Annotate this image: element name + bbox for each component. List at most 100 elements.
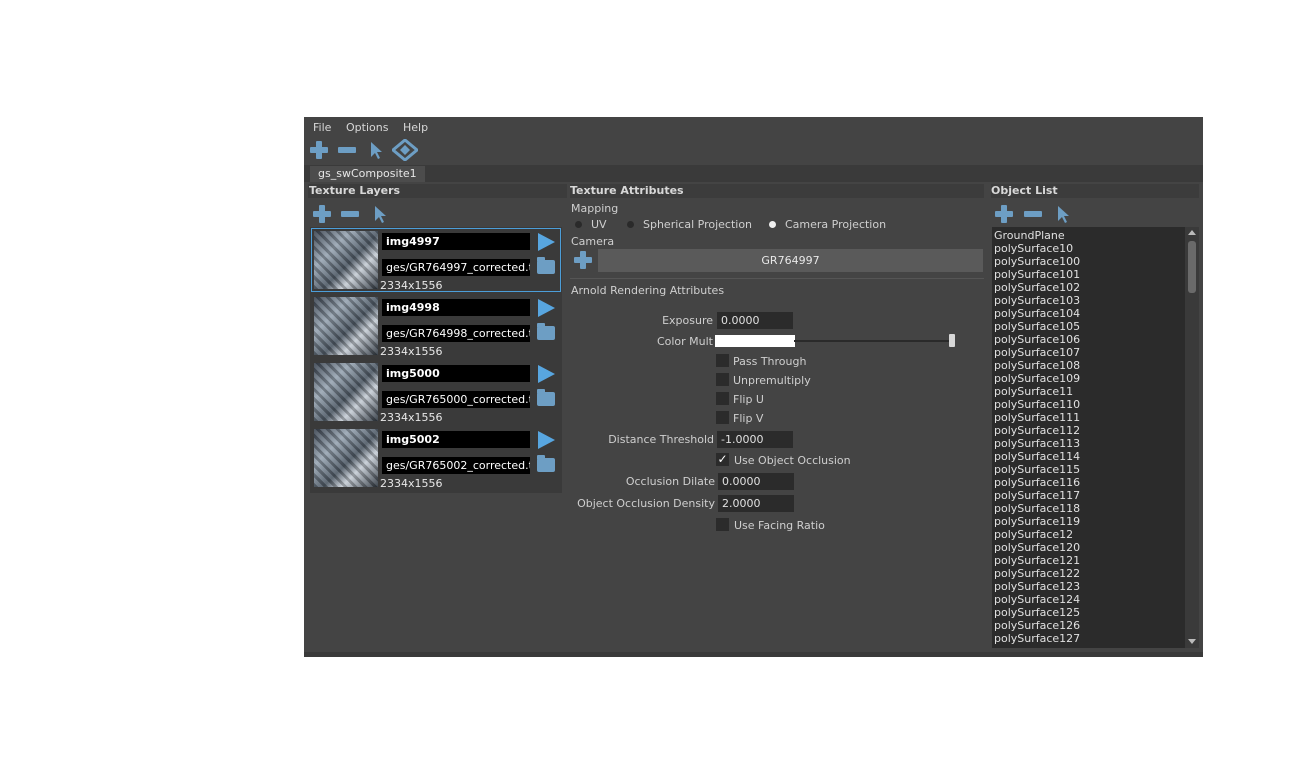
layer-path-field[interactable]: ges/GR765002_corrected.tif (382, 457, 530, 474)
layer-item[interactable]: img4997 ges/GR764997_corrected.tif 2334x… (311, 228, 561, 292)
layer-thumbnail (314, 297, 378, 355)
list-item[interactable]: polySurface11 (994, 385, 1073, 398)
radio-camera-projection-label: Camera Projection (785, 218, 887, 231)
layer-resolution: 2334x1556 (380, 345, 443, 358)
occlusion-dilate-field[interactable]: 0.0000 (718, 473, 794, 490)
layer-name-field[interactable]: img5002 (382, 431, 530, 448)
play-icon[interactable] (538, 365, 555, 383)
layer-thumbnail (314, 363, 378, 421)
list-item[interactable]: polySurface108 (994, 359, 1080, 372)
add-object-icon[interactable] (993, 203, 1015, 225)
list-item[interactable]: polySurface102 (994, 281, 1080, 294)
folder-icon[interactable] (537, 455, 555, 472)
list-item[interactable]: polySurface103 (994, 294, 1080, 307)
radio-spherical[interactable] (627, 221, 634, 228)
layer-item[interactable]: img4998 ges/GR764998_corrected.tif 2334x… (312, 295, 560, 358)
plus-icon[interactable] (308, 139, 330, 161)
add-layer-icon[interactable] (311, 203, 333, 225)
object-list[interactable]: GroundPlane polySurface10 polySurface100 po… (992, 227, 1185, 648)
list-item[interactable]: polySurface110 (994, 398, 1080, 411)
list-item[interactable]: polySurface115 (994, 463, 1080, 476)
list-item[interactable]: polySurface12 (994, 528, 1073, 541)
list-item[interactable]: polySurface114 (994, 450, 1080, 463)
color-mult-swatch[interactable] (715, 335, 795, 347)
list-item[interactable]: polySurface10 (994, 242, 1073, 255)
list-item[interactable]: GroundPlane (994, 229, 1065, 242)
layer-item[interactable]: img5002 ges/GR765002_corrected.tif 2334x… (312, 427, 560, 490)
list-item[interactable]: polySurface126 (994, 619, 1080, 632)
list-item[interactable]: polySurface113 (994, 437, 1080, 450)
unpremultiply-label: Unpremultiply (733, 374, 811, 387)
list-item[interactable]: polySurface105 (994, 320, 1080, 333)
list-item[interactable]: polySurface100 (994, 255, 1080, 268)
flip-u-checkbox[interactable] (716, 392, 729, 405)
layer-path-field[interactable]: ges/GR764997_corrected.tif (382, 259, 530, 276)
menu-file[interactable]: File (313, 121, 331, 134)
list-item[interactable]: polySurface121 (994, 554, 1080, 567)
scroll-thumb[interactable] (1188, 241, 1196, 293)
list-item[interactable]: polySurface107 (994, 346, 1080, 359)
list-item[interactable]: polySurface127 (994, 632, 1080, 645)
layer-thumbnail (314, 429, 378, 487)
play-icon[interactable] (538, 299, 555, 317)
texture-attributes-title: Texture Attributes (570, 184, 984, 198)
folder-icon[interactable] (537, 389, 555, 406)
use-object-occlusion-checkbox[interactable]: ✓ (716, 453, 729, 466)
folder-icon[interactable] (537, 257, 555, 274)
distance-threshold-label: Distance Threshold (608, 433, 714, 446)
play-icon[interactable] (538, 431, 555, 449)
layer-path-field[interactable]: ges/GR765000_corrected.tif (382, 391, 530, 408)
radio-camera-projection[interactable] (769, 221, 776, 228)
list-item[interactable]: polySurface109 (994, 372, 1080, 385)
layer-name-field[interactable]: img5000 (382, 365, 530, 382)
cursor-icon[interactable] (364, 139, 386, 161)
folder-icon[interactable] (537, 323, 555, 340)
list-item[interactable]: polySurface119 (994, 515, 1080, 528)
play-icon[interactable] (538, 233, 555, 251)
object-occlusion-density-field[interactable]: 2.0000 (718, 495, 794, 512)
layer-path-field[interactable]: ges/GR764998_corrected.tif (382, 325, 530, 342)
unpremultiply-checkbox[interactable] (716, 373, 729, 386)
pass-through-checkbox[interactable] (716, 354, 729, 367)
radio-uv-label: UV (591, 218, 607, 231)
object-list-title: Object List (991, 184, 1199, 198)
minus-icon[interactable] (336, 139, 358, 161)
tab-composite[interactable]: gs_swComposite1 (310, 166, 425, 182)
list-item[interactable]: polySurface106 (994, 333, 1080, 346)
layer-name-field[interactable]: img4997 (382, 233, 530, 250)
layer-name-field[interactable]: img4998 (382, 299, 530, 316)
scroll-down-icon[interactable] (1188, 639, 1196, 644)
list-item[interactable]: polySurface123 (994, 580, 1080, 593)
camera-label: Camera (571, 235, 615, 248)
select-layer-icon[interactable] (368, 203, 390, 225)
list-item[interactable]: polySurface125 (994, 606, 1080, 619)
list-item[interactable]: polySurface112 (994, 424, 1080, 437)
list-item[interactable]: polySurface101 (994, 268, 1080, 281)
exposure-field[interactable]: 0.0000 (717, 312, 793, 329)
select-object-icon[interactable] (1051, 203, 1073, 225)
diamond-icon[interactable] (392, 139, 418, 161)
add-camera-icon[interactable] (572, 249, 594, 271)
camera-field[interactable]: GR764997 (598, 249, 983, 272)
remove-layer-icon[interactable] (339, 203, 361, 225)
slider-handle[interactable] (949, 334, 955, 347)
list-item[interactable]: polySurface117 (994, 489, 1080, 502)
menu-help[interactable]: Help (403, 121, 428, 134)
distance-threshold-field[interactable]: -1.0000 (717, 431, 793, 448)
list-item[interactable]: polySurface111 (994, 411, 1080, 424)
layer-item[interactable]: img5000 ges/GR765000_corrected.tif 2334x… (312, 361, 560, 424)
menu-options[interactable]: Options (346, 121, 388, 134)
flip-v-checkbox[interactable] (716, 411, 729, 424)
list-item[interactable]: polySurface118 (994, 502, 1080, 515)
scroll-up-icon[interactable] (1188, 230, 1196, 235)
list-item[interactable]: polySurface122 (994, 567, 1080, 580)
list-item[interactable]: polySurface120 (994, 541, 1080, 554)
radio-uv[interactable] (575, 221, 582, 228)
color-mult-slider[interactable] (794, 340, 954, 342)
use-facing-ratio-checkbox[interactable] (716, 518, 729, 531)
list-item[interactable]: polySurface104 (994, 307, 1080, 320)
list-item[interactable]: polySurface116 (994, 476, 1080, 489)
object-list-scrollbar[interactable] (1185, 227, 1199, 648)
remove-object-icon[interactable] (1022, 203, 1044, 225)
list-item[interactable]: polySurface124 (994, 593, 1080, 606)
